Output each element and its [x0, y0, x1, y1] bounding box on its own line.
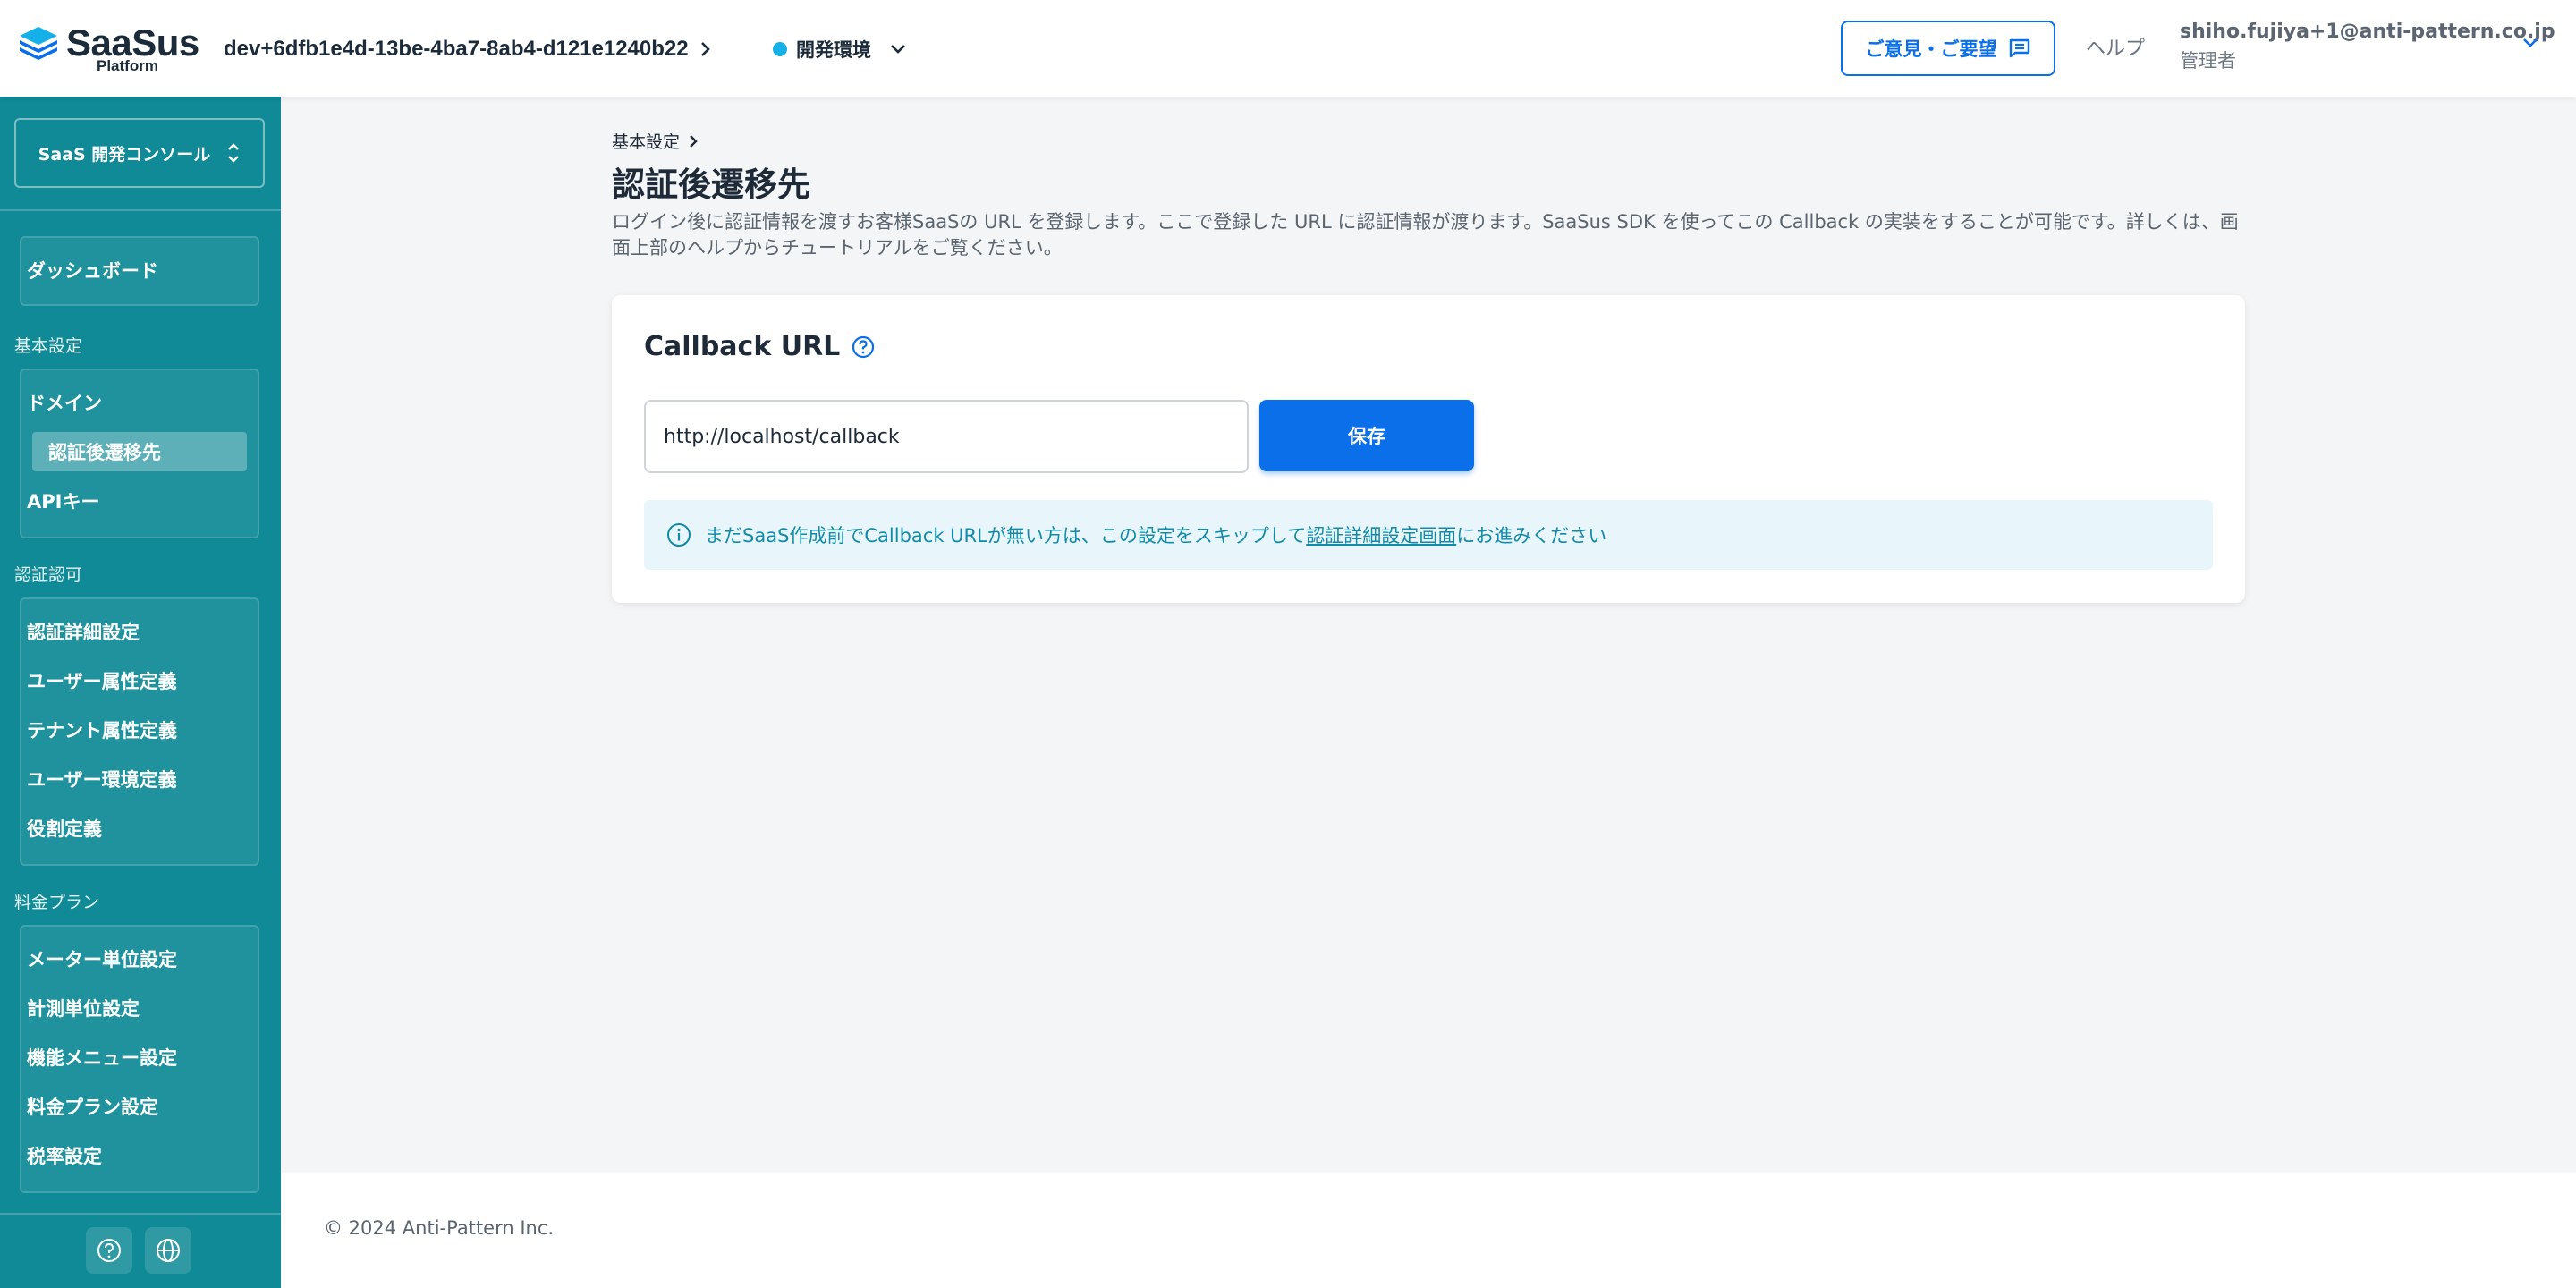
section-label-basic: 基本設定 — [14, 336, 83, 356]
environment-status-dot — [773, 42, 787, 56]
help-button[interactable] — [86, 1227, 132, 1274]
sidebar: SaaS 開発コンソール ダッシュボード 基本設定 ドメイン 認証後遷移先 AP… — [0, 97, 281, 1288]
callback-url-input[interactable] — [644, 400, 1249, 473]
sidebar-item-user-env[interactable]: ユーザー環境定義 — [27, 759, 177, 799]
language-button[interactable] — [145, 1227, 191, 1274]
sidebar-item-pricing-plans[interactable]: 料金プラン設定 — [27, 1087, 158, 1126]
section-label-pricing: 料金プラン — [14, 893, 100, 912]
sidebar-item-auth-detail[interactable]: 認証詳細設定 — [27, 612, 140, 651]
environment-select[interactable]: 開発環境 — [773, 34, 907, 64]
footer: © 2024 Anti-Pattern Inc. — [281, 1173, 2576, 1288]
info-text-before: まだSaaS作成前でCallback URLが無い方は、この設定をスキップして — [705, 525, 1307, 547]
card-title: Callback URL — [644, 331, 876, 362]
globe-icon — [157, 1239, 180, 1262]
chevron-down-icon — [891, 45, 905, 54]
sidebar-item-tax-rates[interactable]: 税率設定 — [27, 1136, 102, 1175]
chat-icon — [2009, 38, 2029, 58]
sidebar-item-api-key[interactable]: APIキー — [27, 481, 99, 521]
sidebar-item-dashboard[interactable]: ダッシュボード — [27, 250, 158, 290]
chevron-right-icon — [700, 42, 710, 56]
environment-id-link[interactable]: dev+6dfb1e4d-13be-4ba7-8ab4-d121e1240b22 — [224, 34, 710, 64]
save-button[interactable]: 保存 — [1259, 400, 1474, 471]
sidebar-item-measurement-units[interactable]: 計測単位設定 — [27, 988, 140, 1028]
chevron-updown-icon — [228, 143, 240, 163]
help-link[interactable]: ヘルプ — [2086, 32, 2145, 61]
user-menu[interactable]: shiho.fujiya+1@anti-pattern.co.jp 管理者 — [2180, 18, 2555, 75]
user-email: shiho.fujiya+1@anti-pattern.co.jp — [2180, 21, 2555, 43]
chevron-right-icon — [690, 134, 698, 148]
console-label: SaaS 開発コンソール — [38, 144, 211, 165]
environment-name: 開発環境 — [796, 39, 871, 61]
page-title: 認証後遷移先 — [612, 165, 810, 204]
copyright: © 2024 Anti-Pattern Inc. — [324, 1217, 555, 1239]
info-text-after: にお進みください — [1456, 525, 1607, 547]
info-message: まだSaaS作成前でCallback URLが無い方は、この設定をスキップして認… — [644, 500, 2213, 570]
environment-id: dev+6dfb1e4d-13be-4ba7-8ab4-d121e1240b22 — [224, 37, 689, 61]
info-text: まだSaaS作成前でCallback URLが無い方は、この設定をスキップして認… — [705, 521, 1606, 548]
sidebar-item-tenant-attributes[interactable]: テナント属性定義 — [27, 710, 177, 750]
saasus-logo[interactable]: SaaSus Platform — [18, 21, 199, 75]
sidebar-item-feature-menu[interactable]: 機能メニュー設定 — [27, 1038, 177, 1077]
callback-card: Callback URL 保存 まだSaaS作成前でCallback URLが無… — [612, 295, 2245, 603]
top-header: SaaSus Platform dev+6dfb1e4d-13be-4ba7-8… — [0, 0, 2576, 97]
card-title-text: Callback URL — [644, 331, 841, 362]
logo-mark-icon — [20, 27, 57, 60]
user-menu-chevron-icon[interactable] — [2521, 36, 2540, 50]
user-role: 管理者 — [2180, 50, 2236, 72]
sidebar-divider — [0, 209, 281, 211]
breadcrumb-basic-settings: 基本設定 — [612, 132, 681, 152]
help-circle-icon[interactable] — [851, 335, 876, 360]
info-icon — [667, 523, 691, 547]
auth-detail-link[interactable]: 認証詳細設定画面 — [1306, 525, 1456, 547]
page-description: ログイン後に認証情報を渡すお客様SaaSの URL を登録します。ここで登録した… — [612, 211, 2239, 258]
feedback-label: ご意見・ご要望 — [1865, 38, 1997, 60]
sidebar-divider-bottom — [0, 1213, 281, 1215]
help-circle-icon — [97, 1239, 121, 1262]
sidebar-item-domain[interactable]: ドメイン — [27, 383, 102, 422]
breadcrumb[interactable]: 基本設定 — [612, 129, 698, 153]
feedback-button[interactable]: ご意見・ご要望 — [1841, 21, 2055, 76]
sidebar-item-roles[interactable]: 役割定義 — [27, 809, 102, 848]
sidebar-item-callback[interactable]: 認証後遷移先 — [32, 432, 247, 471]
logo-subtext: Platform — [97, 57, 158, 74]
sidebar-item-meter-units[interactable]: メーター単位設定 — [27, 939, 177, 979]
sidebar-item-user-attributes[interactable]: ユーザー属性定義 — [27, 661, 177, 700]
console-select[interactable]: SaaS 開発コンソール — [14, 118, 265, 188]
section-label-auth: 認証認可 — [14, 565, 83, 585]
